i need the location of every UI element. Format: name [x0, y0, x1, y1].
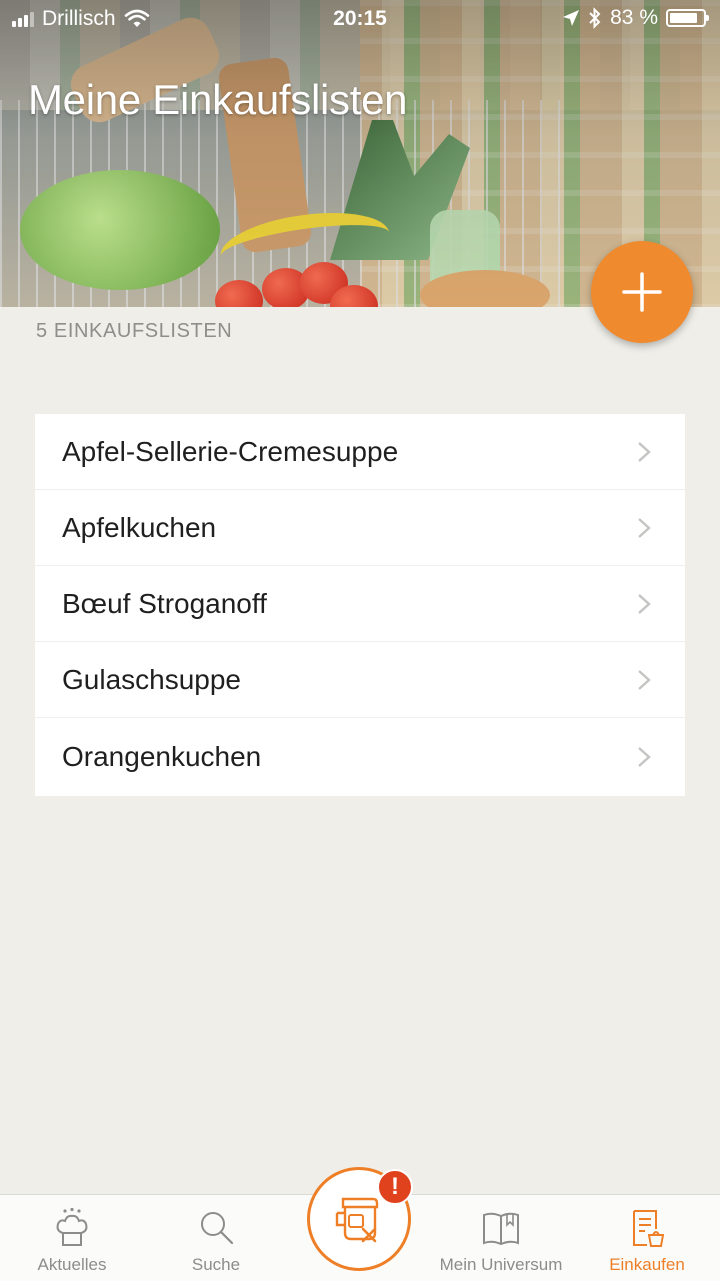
list-count: 5 EINKAUFSLISTEN — [36, 320, 233, 342]
chevron-right-icon — [638, 593, 651, 614]
book-icon — [483, 1212, 519, 1246]
tab-mein-universum[interactable]: Mein Universum — [431, 1195, 571, 1281]
tab-label: Einkaufen — [609, 1255, 685, 1274]
chef-hat-icon — [56, 1207, 88, 1246]
chevron-right-icon — [638, 517, 651, 538]
status-bar: Drillisch 20:15 83 % — [0, 0, 720, 38]
location-icon — [563, 10, 580, 26]
chevron-right-icon — [638, 441, 651, 462]
tab-suche[interactable]: Suche — [166, 1195, 266, 1281]
bluetooth-icon — [589, 7, 601, 29]
add-list-button[interactable] — [591, 241, 693, 343]
chevron-right-icon — [638, 669, 651, 690]
shopping-list-icon — [633, 1210, 665, 1247]
plus-icon — [622, 272, 662, 312]
tab-label: Mein Universum — [439, 1255, 563, 1274]
list-item[interactable]: Apfelkuchen — [35, 490, 685, 566]
tab-label: Suche — [191, 1255, 241, 1274]
chevron-right-icon — [638, 747, 651, 767]
tab-einkaufen[interactable]: Einkaufen — [597, 1195, 697, 1281]
tab-label: Aktuelles — [37, 1255, 107, 1274]
battery-percent: 83 % — [610, 6, 658, 29]
alert-badge: ! — [377, 1169, 413, 1205]
tab-aktuelles[interactable]: Aktuelles — [22, 1195, 122, 1281]
list-item-label: Apfelkuchen — [62, 511, 217, 543]
list-item-label: Apfel-Sellerie-Cremesuppe — [62, 435, 399, 467]
list-item-label: Gulaschsuppe — [62, 663, 242, 695]
battery-icon — [666, 9, 709, 27]
list-item[interactable]: Orangenkuchen — [35, 718, 685, 796]
shopping-lists: Apfel-Sellerie-Cremesuppe Apfelkuchen Bœ… — [35, 414, 685, 796]
list-item[interactable]: Gulaschsuppe — [35, 642, 685, 718]
page-title: Meine Einkaufslisten — [28, 76, 408, 123]
list-item[interactable]: Apfel-Sellerie-Cremesuppe — [35, 414, 685, 490]
search-icon — [201, 1212, 234, 1245]
list-item-label: Bœuf Stroganoff — [62, 587, 267, 619]
list-item[interactable]: Bœuf Stroganoff — [35, 566, 685, 642]
list-item-label: Orangenkuchen — [62, 741, 262, 772]
